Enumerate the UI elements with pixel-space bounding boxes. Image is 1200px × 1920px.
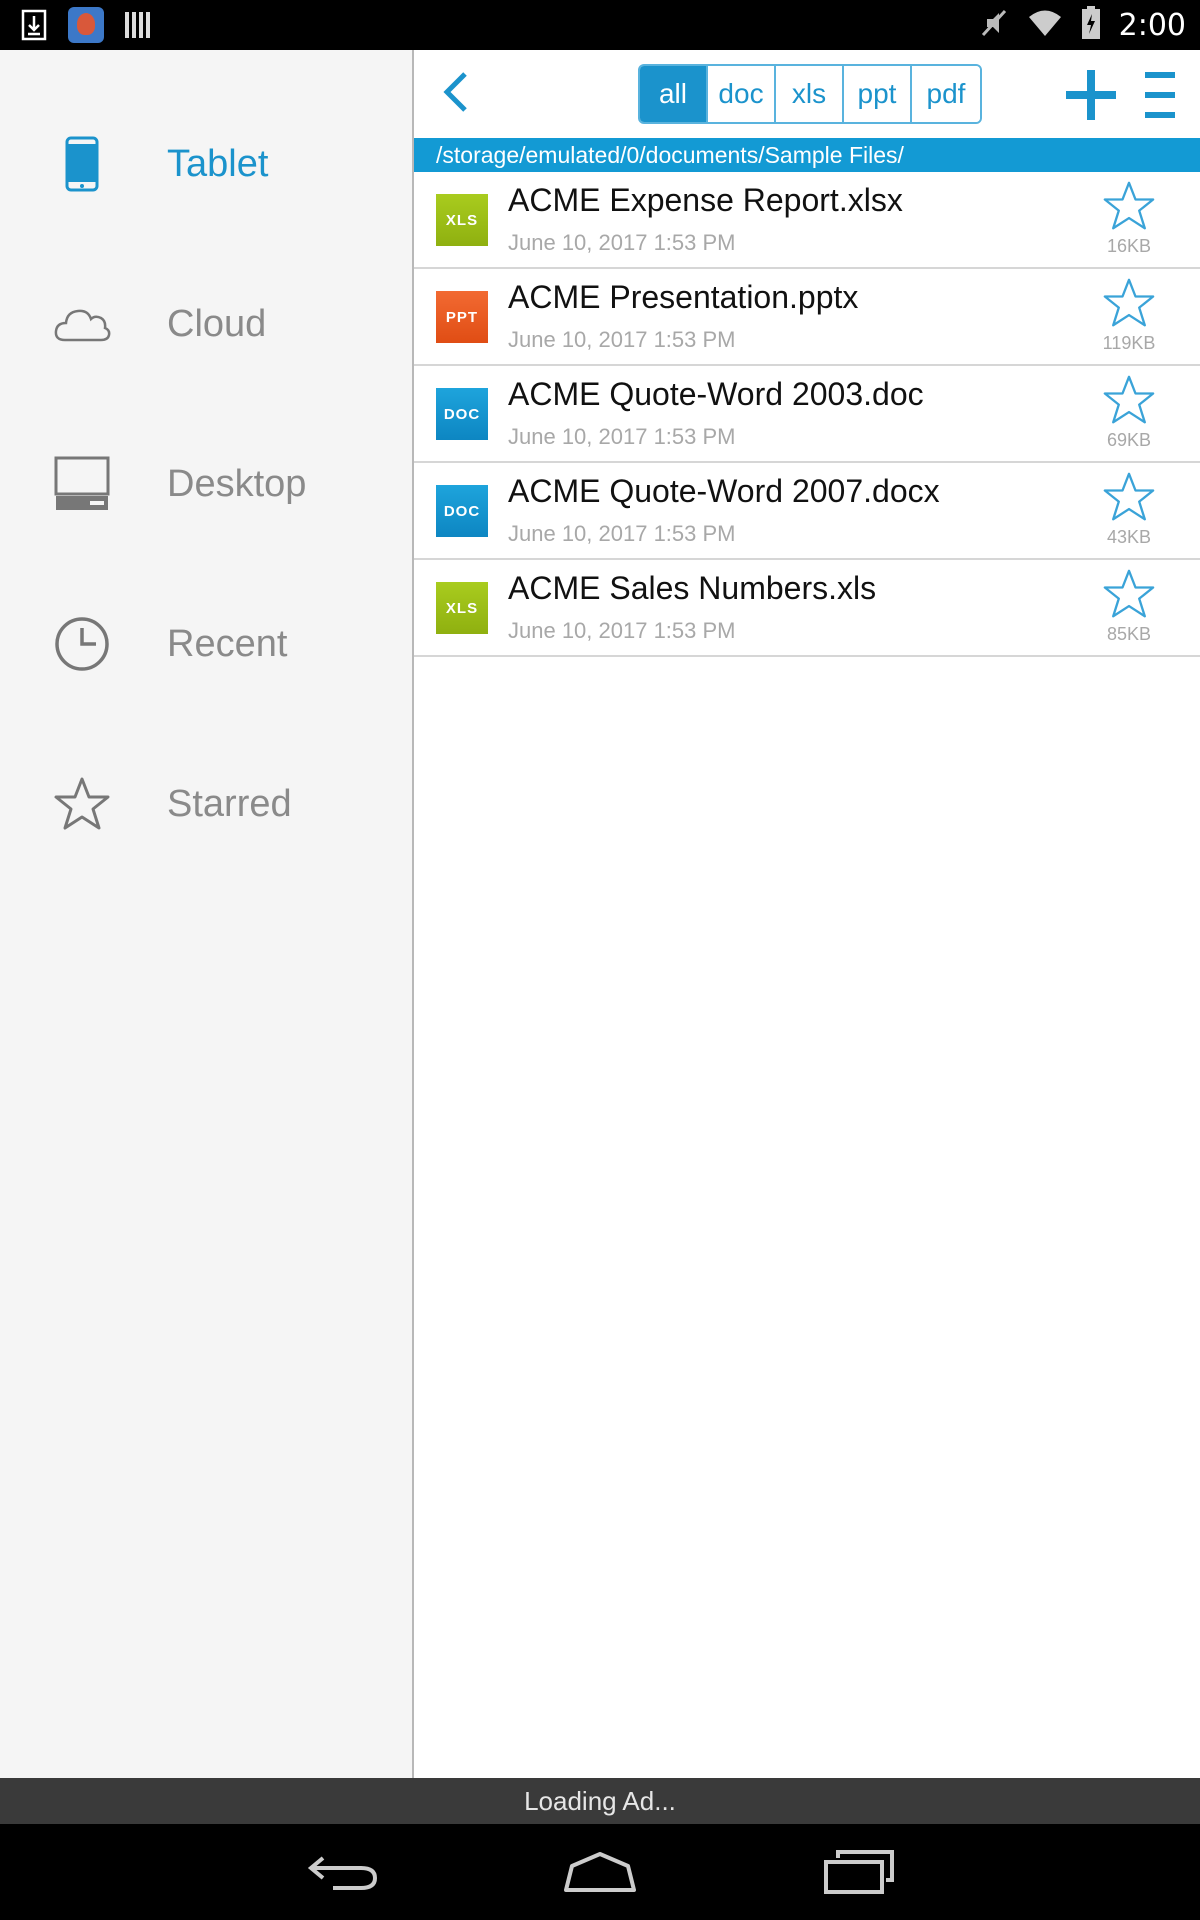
nav-back-icon[interactable] (303, 1844, 383, 1900)
file-row[interactable]: XLS ACME Sales Numbers.xls June 10, 2017… (414, 560, 1200, 657)
file-browser: all doc xls ppt pdf /storage/emulated/0/… (414, 50, 1200, 1778)
cloud-icon (52, 294, 112, 354)
download-icon (20, 9, 48, 41)
sidebar-item-label: Desktop (167, 462, 307, 505)
doc-file-icon: DOC (436, 485, 488, 537)
star-icon (52, 774, 112, 834)
mute-icon (979, 7, 1009, 44)
battery-icon (1081, 5, 1101, 45)
filter-tab-doc[interactable]: doc (708, 66, 776, 122)
sidebar: Tablet Cloud Desktop Recent Starred (0, 50, 414, 1778)
barcode-icon (124, 9, 152, 41)
file-date: June 10, 2017 1:53 PM (508, 327, 736, 352)
sidebar-item-desktop[interactable]: Desktop (0, 414, 412, 554)
ppt-file-icon: PPT (436, 291, 488, 343)
menu-button[interactable] (1142, 68, 1178, 122)
ad-banner[interactable]: Loading Ad... (0, 1778, 1200, 1824)
star-toggle-icon[interactable] (1102, 374, 1156, 428)
file-name: ACME Quote-Word 2003.doc (508, 376, 924, 412)
file-list: XLS ACME Expense Report.xlsx June 10, 20… (414, 172, 1200, 657)
nav-home-icon[interactable] (560, 1844, 640, 1900)
file-date: June 10, 2017 1:53 PM (508, 230, 736, 255)
sidebar-item-cloud[interactable]: Cloud (0, 254, 412, 394)
file-name: ACME Quote-Word 2007.docx (508, 473, 940, 509)
star-toggle-icon[interactable] (1102, 180, 1156, 234)
file-row[interactable]: DOC ACME Quote-Word 2003.doc June 10, 20… (414, 366, 1200, 463)
file-type-filter: all doc xls ppt pdf (638, 64, 982, 124)
file-date: June 10, 2017 1:53 PM (508, 618, 736, 643)
sidebar-item-recent[interactable]: Recent (0, 574, 412, 714)
file-name: ACME Expense Report.xlsx (508, 182, 903, 218)
sidebar-item-tablet[interactable]: Tablet (0, 94, 412, 234)
desktop-icon (52, 454, 112, 514)
file-size: 16KB (1106, 236, 1152, 256)
sidebar-item-label: Starred (167, 782, 292, 825)
file-size: 85KB (1106, 624, 1152, 644)
back-button[interactable] (430, 68, 482, 120)
star-toggle-icon[interactable] (1102, 568, 1156, 622)
star-toggle-icon[interactable] (1102, 471, 1156, 525)
nav-recent-apps-icon[interactable] (818, 1844, 898, 1900)
wifi-icon (1027, 8, 1063, 43)
sidebar-item-label: Cloud (167, 302, 267, 345)
star-toggle-icon[interactable] (1102, 277, 1156, 331)
tablet-icon (52, 134, 112, 194)
toolbar: all doc xls ppt pdf (414, 50, 1200, 138)
xls-file-icon: XLS (436, 194, 488, 246)
plus-icon (1064, 70, 1118, 126)
add-button[interactable] (1064, 68, 1118, 122)
file-size: 69KB (1106, 430, 1152, 450)
doc-file-icon: DOC (436, 388, 488, 440)
file-date: June 10, 2017 1:53 PM (508, 521, 736, 546)
app-icon (68, 7, 104, 43)
filter-tab-pdf[interactable]: pdf (912, 66, 980, 122)
filter-tab-xls[interactable]: xls (776, 66, 844, 122)
status-bar: 2:00 (0, 0, 1200, 50)
file-name: ACME Sales Numbers.xls (508, 570, 877, 606)
system-nav-bar (0, 1824, 1200, 1920)
file-size: 119KB (1102, 333, 1156, 353)
sidebar-item-starred[interactable]: Starred (0, 734, 412, 874)
file-row[interactable]: PPT ACME Presentation.pptx June 10, 2017… (414, 269, 1200, 366)
file-size: 43KB (1106, 527, 1152, 547)
filter-tab-all[interactable]: all (640, 66, 708, 122)
sidebar-item-label: Recent (167, 622, 288, 665)
path-breadcrumb: /storage/emulated/0/documents/Sample Fil… (414, 138, 1200, 172)
xls-file-icon: XLS (436, 582, 488, 634)
file-name: ACME Presentation.pptx (508, 279, 859, 315)
file-date: June 10, 2017 1:53 PM (508, 424, 736, 449)
clock-icon (52, 614, 112, 674)
filter-tab-ppt[interactable]: ppt (844, 66, 912, 122)
menu-icon (1142, 72, 1178, 126)
file-row[interactable]: DOC ACME Quote-Word 2007.docx June 10, 2… (414, 463, 1200, 560)
sidebar-item-label: Tablet (167, 142, 269, 185)
chevron-left-icon (441, 70, 471, 119)
clock-time: 2:00 (1118, 7, 1186, 43)
file-row[interactable]: XLS ACME Expense Report.xlsx June 10, 20… (414, 172, 1200, 269)
